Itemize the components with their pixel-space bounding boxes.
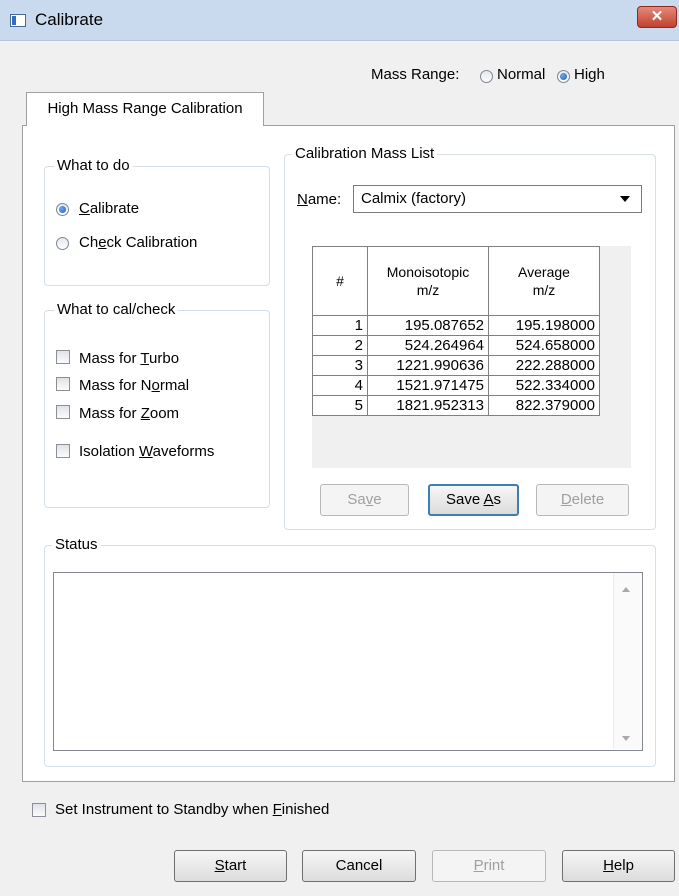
window-title: Calibrate xyxy=(35,10,104,29)
delete-button[interactable]: Delete xyxy=(536,484,629,516)
monoisotopic-cell[interactable]: 1821.952313 xyxy=(367,395,489,416)
mass-for-zoom-label[interactable]: Mass for Zoom xyxy=(79,405,179,422)
scroll-down-arrow-icon[interactable] xyxy=(622,736,630,741)
column-header-average: Average m/z xyxy=(488,246,600,316)
mass-range-normal-radio[interactable] xyxy=(480,70,493,83)
isolation-waveforms-label[interactable]: Isolation Waveforms xyxy=(79,443,214,460)
mass-table[interactable]: # Monoisotopic m/z Average m/z 1 195.087652… xyxy=(312,246,600,416)
check-calibration-radio[interactable] xyxy=(56,237,69,250)
average-cell[interactable]: 522.334000 xyxy=(488,375,600,396)
save-button[interactable]: Save xyxy=(320,484,409,516)
monoisotopic-cell[interactable]: 1521.971475 xyxy=(367,375,489,396)
tab-high-mass-range-calibration[interactable]: High Mass Range Calibration xyxy=(26,92,264,126)
standby-checkbox[interactable] xyxy=(32,803,46,817)
mass-for-zoom-checkbox[interactable] xyxy=(56,405,70,419)
isolation-waveforms-checkbox[interactable] xyxy=(56,444,70,458)
mass-for-normal-checkbox[interactable] xyxy=(56,377,70,391)
table-row[interactable]: 3 1221.990636 222.288000 xyxy=(312,355,600,376)
mass-range-normal-label[interactable]: Normal xyxy=(497,66,545,83)
status-textarea[interactable] xyxy=(53,572,643,751)
status-title: Status xyxy=(52,536,101,553)
what-to-cal-title: What to cal/check xyxy=(54,301,179,318)
mass-for-turbo-label[interactable]: Mass for Turbo xyxy=(79,350,179,367)
what-to-do-group xyxy=(44,166,270,286)
mass-range-label: Mass Range: xyxy=(371,66,460,83)
monoisotopic-cell[interactable]: 1221.990636 xyxy=(367,355,489,376)
name-select-value: Calmix (factory) xyxy=(361,190,467,207)
average-cell[interactable]: 524.658000 xyxy=(488,335,600,356)
monoisotopic-cell[interactable]: 195.087652 xyxy=(367,315,489,336)
status-scrollbar[interactable] xyxy=(613,573,642,749)
calibration-mass-list-title: Calibration Mass List xyxy=(292,145,438,162)
calibrate-label[interactable]: Calibrate xyxy=(79,200,139,217)
mass-for-normal-label[interactable]: Mass for Normal xyxy=(79,377,189,394)
table-header-row: # Monoisotopic m/z Average m/z xyxy=(312,246,600,316)
app-window-icon xyxy=(10,14,26,27)
scroll-up-arrow-icon[interactable] xyxy=(622,587,630,592)
mass-for-turbo-checkbox[interactable] xyxy=(56,350,70,364)
row-number: 2 xyxy=(312,335,368,356)
row-number: 1 xyxy=(312,315,368,336)
start-button[interactable]: Start xyxy=(174,850,287,882)
mass-range-high-radio[interactable] xyxy=(557,70,570,83)
what-to-do-title: What to do xyxy=(54,157,133,174)
name-label: Name: xyxy=(297,191,342,208)
check-calibration-label[interactable]: Check Calibration xyxy=(79,234,197,251)
chevron-down-icon xyxy=(620,196,630,202)
name-select[interactable]: Calmix (factory) xyxy=(353,185,642,213)
help-button[interactable]: Help xyxy=(562,850,675,882)
table-row[interactable]: 4 1521.971475 522.334000 xyxy=(312,375,600,396)
close-button[interactable]: ✕ xyxy=(637,6,677,28)
standby-label[interactable]: Set Instrument to Standby when Finished xyxy=(55,801,329,818)
table-row[interactable]: 1 195.087652 195.198000 xyxy=(312,315,600,336)
average-cell[interactable]: 822.379000 xyxy=(488,395,600,416)
row-number: 5 xyxy=(312,395,368,416)
row-number: 4 xyxy=(312,375,368,396)
row-number: 3 xyxy=(312,355,368,376)
monoisotopic-cell[interactable]: 524.264964 xyxy=(367,335,489,356)
column-header-number: # xyxy=(312,246,368,316)
table-row[interactable]: 5 1821.952313 822.379000 xyxy=(312,395,600,416)
cancel-button[interactable]: Cancel xyxy=(302,850,416,882)
print-button[interactable]: Print xyxy=(432,850,546,882)
column-header-monoisotopic: Monoisotopic m/z xyxy=(367,246,489,316)
table-row[interactable]: 2 524.264964 524.658000 xyxy=(312,335,600,356)
calibrate-radio[interactable] xyxy=(56,203,69,216)
average-cell[interactable]: 195.198000 xyxy=(488,315,600,336)
average-cell[interactable]: 222.288000 xyxy=(488,355,600,376)
save-as-button[interactable]: Save As xyxy=(428,484,519,516)
close-icon: ✕ xyxy=(650,8,664,25)
mass-range-high-label[interactable]: High xyxy=(574,66,605,83)
